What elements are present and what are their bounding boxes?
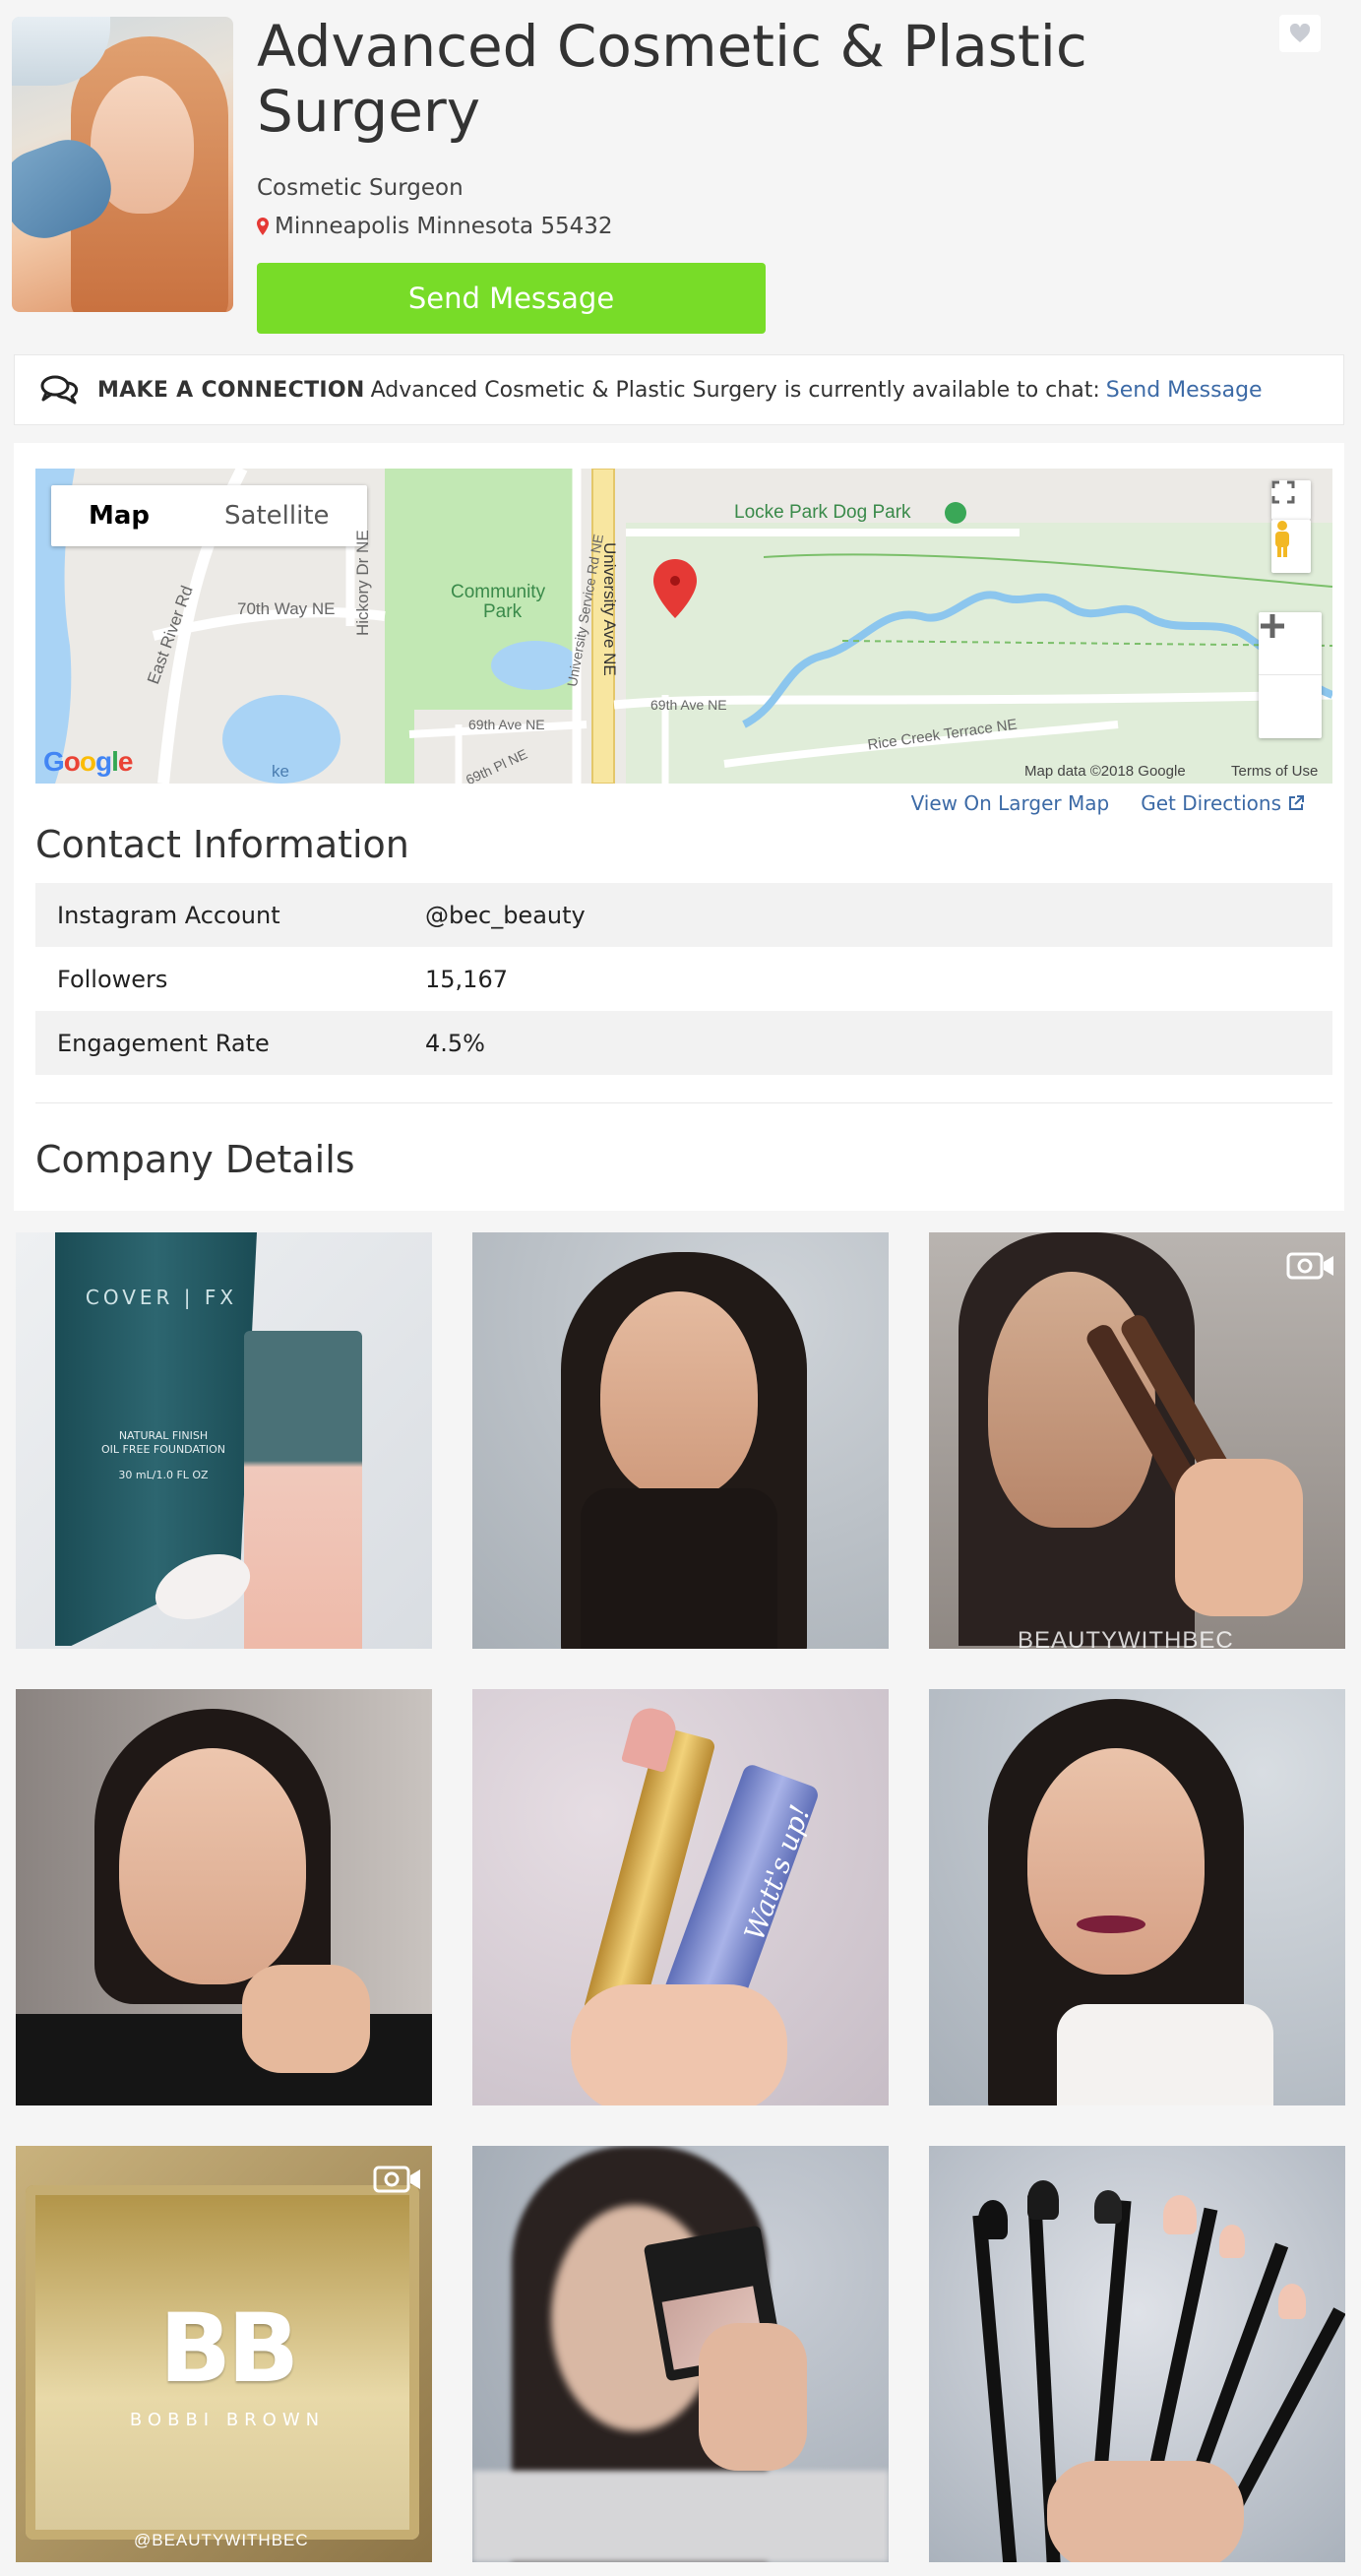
- table-row: Instagram Account @bec_beauty: [35, 883, 1332, 947]
- gallery-photo-7[interactable]: BB BOBBI BROWN @BEAUTYWITHBEC: [16, 2146, 432, 2562]
- map-label-community-park: Park: [483, 601, 523, 622]
- google-logo: Google: [43, 746, 133, 777]
- tile7-logo: BB: [158, 2293, 299, 2404]
- zoom-out-button[interactable]: [1259, 623, 1322, 738]
- fullscreen-button[interactable]: [1271, 480, 1311, 520]
- map-label-park: Locke Park Dog Park: [734, 502, 911, 523]
- row-label: Engagement Rate: [57, 1029, 270, 1057]
- map-label-hickory: Hickory Dr NE: [353, 530, 372, 636]
- send-message-button[interactable]: Send Message: [257, 263, 766, 334]
- map-label-univ-ave: University Ave NE: [600, 542, 619, 676]
- map-terms-link[interactable]: Terms of Use: [1231, 763, 1318, 780]
- tile1-brand: COVER | FX: [85, 1286, 238, 1309]
- favorite-button[interactable]: [1279, 15, 1321, 52]
- map-label-69th-ave-b: 69th Ave NE: [650, 697, 727, 713]
- heart-icon: [1289, 24, 1311, 42]
- profile-photo: [12, 17, 233, 312]
- row-value: 15,167: [425, 965, 508, 993]
- gallery-photo-9[interactable]: [929, 2146, 1345, 2562]
- map-type-control: Map Satellite: [51, 485, 367, 546]
- contact-table: Instagram Account @bec_beauty Followers …: [35, 883, 1332, 1075]
- gallery-photo-1[interactable]: COVER | FX NATURAL FINISH OIL FREE FOUND…: [16, 1232, 432, 1649]
- business-category: Cosmetic Surgeon: [257, 175, 464, 201]
- gallery-photo-4[interactable]: [16, 1689, 432, 2105]
- location-pin-icon: [257, 218, 269, 235]
- gallery-photo-6[interactable]: [929, 1689, 1345, 2105]
- tile7-watermark: @BEAUTYWITHBEC: [134, 2531, 309, 2549]
- row-label: Instagram Account: [57, 901, 280, 929]
- details-card: Map Satellite Locke Park Dog Park Commun…: [14, 443, 1344, 1211]
- satellite-tab[interactable]: Satellite: [187, 485, 367, 546]
- video-icon: [1286, 1252, 1333, 1280]
- map-embed[interactable]: Map Satellite Locke Park Dog Park Commun…: [35, 469, 1332, 784]
- view-larger-map-link[interactable]: View On Larger Map: [911, 791, 1110, 815]
- street-view-button[interactable]: [1271, 520, 1311, 573]
- table-row: Engagement Rate 4.5%: [35, 1011, 1332, 1075]
- get-directions-link[interactable]: Get Directions: [1141, 791, 1305, 815]
- tile1-line1: NATURAL FINISH: [118, 1429, 209, 1442]
- profile-header: Advanced Cosmetic & Plastic Surgery Cosm…: [0, 0, 1361, 349]
- pegman-icon: [1275, 521, 1289, 557]
- gallery-photo-2[interactable]: [472, 1232, 889, 1649]
- connection-heading: MAKE A CONNECTION: [97, 377, 365, 403]
- zoom-control: [1259, 612, 1322, 738]
- fullscreen-icon: [1271, 480, 1295, 504]
- row-label: Followers: [57, 965, 168, 993]
- map-label-69th-ave-a: 69th Ave NE: [468, 717, 545, 732]
- gallery-photo-3[interactable]: BEAUTYWITHBEC: [929, 1232, 1345, 1649]
- connection-text: Advanced Cosmetic & Plastic Surgery is c…: [370, 377, 1100, 403]
- map-label-lake: ke: [272, 762, 289, 781]
- minus-icon: [1261, 623, 1284, 629]
- tile1-line3: 30 mL/1.0 FL OZ: [118, 1469, 209, 1481]
- map-copyright: Map data ©2018 Google: [1024, 763, 1186, 780]
- location-text: Minneapolis Minnesota 55432: [275, 214, 613, 239]
- gallery-photo-5[interactable]: Watt's up!: [472, 1689, 889, 2105]
- video-icon: [373, 2166, 420, 2193]
- map-tab[interactable]: Map: [51, 485, 187, 546]
- tile3-watermark: BEAUTYWITHBEC: [1018, 1627, 1234, 1649]
- table-row: Followers 15,167: [35, 947, 1332, 1011]
- connection-bar: MAKE A CONNECTION Advanced Cosmetic & Pl…: [14, 354, 1344, 425]
- get-directions-label: Get Directions: [1141, 791, 1281, 815]
- map-label-community: Community: [451, 582, 546, 602]
- map-links: View On Larger Map Get Directions: [911, 791, 1305, 815]
- company-section-title: Company Details: [35, 1138, 355, 1181]
- external-link-icon: [1289, 795, 1304, 810]
- tile1-line2: OIL FREE FOUNDATION: [101, 1443, 225, 1456]
- map-label-70th-way: 70th Way NE: [237, 599, 336, 618]
- row-value: @bec_beauty: [425, 901, 586, 929]
- gallery-photo-8[interactable]: [472, 2146, 889, 2562]
- business-location: Minneapolis Minnesota 55432: [257, 214, 613, 239]
- chat-bubbles-icon: [40, 375, 79, 405]
- tile7-brand: BOBBI BROWN: [129, 2410, 326, 2430]
- contact-section-title: Contact Information: [35, 823, 409, 866]
- row-value: 4.5%: [425, 1029, 485, 1057]
- divider: [35, 1102, 1332, 1103]
- tile1-label: NATURAL FINISH OIL FREE FOUNDATION 30 mL…: [85, 1429, 242, 1482]
- page-title: Advanced Cosmetic & Plastic Surgery: [257, 13, 1087, 145]
- connection-send-message-link[interactable]: Send Message: [1106, 378, 1263, 403]
